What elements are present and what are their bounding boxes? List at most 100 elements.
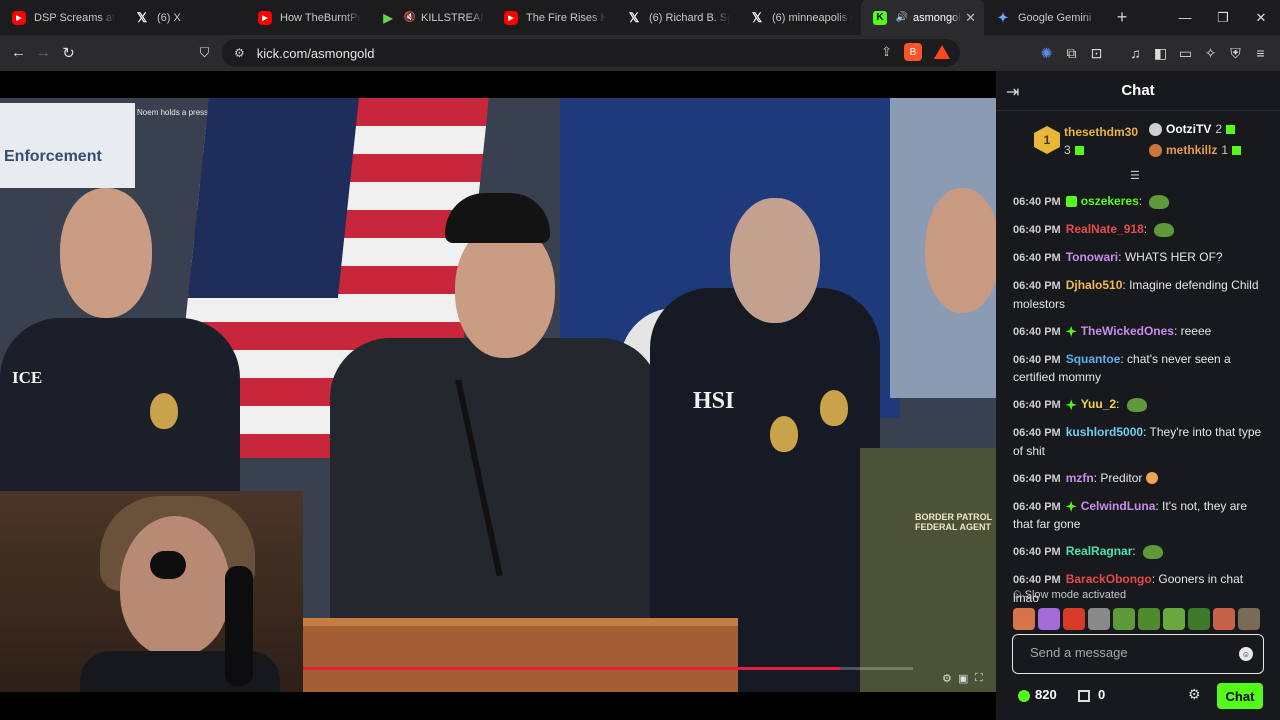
leader-1-count-value: 3: [1064, 143, 1071, 157]
tab-5[interactable]: ▶ The Fire Rises HO: [492, 0, 615, 35]
leader-2-name: OotziTV: [1166, 122, 1212, 136]
message-username[interactable]: RealRagnar: [1066, 544, 1133, 558]
message-username[interactable]: oszekeres: [1081, 194, 1139, 208]
tab-title: (6) minneapolis sh: [772, 11, 853, 24]
message-time: 06:40 PM: [1013, 399, 1061, 411]
slow-mode-text: Slow mode activated: [1024, 589, 1127, 601]
address-bar[interactable]: ⚙ kick.com/asmongold ⇪ B: [222, 39, 960, 67]
tab-8-active[interactable]: K 🔊 asmongold ✕: [861, 0, 984, 35]
streamer-microphone: [225, 566, 253, 686]
tab-6[interactable]: 𝕏 (6) Richard B. Spe: [615, 0, 738, 35]
store-count: 0: [1098, 687, 1106, 702]
message-time: 06:40 PM: [1013, 546, 1061, 558]
wallet-icon[interactable]: ▭: [1176, 41, 1195, 65]
gift-icon: [1232, 146, 1242, 156]
tab-1[interactable]: ▶ DSP Screams at H: [0, 0, 123, 35]
tab-4[interactable]: ▶ 🔇 KILLSTREAM: R: [369, 0, 492, 35]
brave-rewards-icon[interactable]: [934, 45, 950, 59]
stream-video[interactable]: Enforcement WATCH LIVE: DHS Secretary Kr…: [0, 98, 996, 692]
message-username[interactable]: Djhalo510: [1066, 278, 1123, 292]
emote-button[interactable]: [1238, 608, 1260, 630]
menu-icon[interactable]: ≡: [1251, 41, 1270, 65]
subscriber-badge-icon: [1065, 500, 1077, 512]
leader-3[interactable]: methkillz 1: [1166, 143, 1242, 157]
chat-input-box[interactable]: ☺: [1012, 634, 1264, 674]
back-button[interactable]: ←: [6, 40, 31, 65]
emote-button[interactable]: [1038, 608, 1060, 630]
message-username[interactable]: mzfn: [1066, 471, 1094, 485]
restore-icon[interactable]: ❐: [1204, 0, 1242, 35]
chat-message: 06:40 PM RealRagnar:: [1013, 543, 1269, 562]
leo-ai-icon[interactable]: ✧: [1201, 41, 1220, 65]
chat-header: ⇥ Chat: [996, 71, 1280, 111]
vpn-icon[interactable]: ⛨: [1226, 41, 1245, 65]
chat-message-input[interactable]: [1030, 645, 1230, 660]
emote-button[interactable]: [1213, 608, 1235, 630]
emote-button[interactable]: [1013, 608, 1035, 630]
message-username[interactable]: Tonowari: [1066, 250, 1118, 264]
message-username[interactable]: RealNate_918: [1066, 222, 1144, 236]
minimize-icon[interactable]: —: [1166, 0, 1204, 35]
rank-2-badge-icon: [1149, 123, 1162, 136]
tab-2[interactable]: 𝕏 (6) X: [123, 0, 246, 35]
close-tab-icon[interactable]: ✕: [965, 10, 976, 26]
forward-button[interactable]: →: [31, 40, 56, 65]
media-icon[interactable]: ♫: [1126, 41, 1145, 65]
x-icon: 𝕏: [751, 9, 763, 25]
chat-message: 06:40 PM RealNate_918:: [1013, 221, 1269, 240]
bookmark-icon[interactable]: ⛉: [192, 40, 217, 65]
collapse-chat-icon[interactable]: ⇥: [1006, 82, 1019, 102]
fullscreen-icon[interactable]: ⛶: [975, 672, 983, 685]
site-info-icon[interactable]: ⚙: [234, 46, 245, 60]
emote-button[interactable]: [1063, 608, 1085, 630]
youtube-icon: ▶: [258, 10, 272, 25]
emote-button[interactable]: [1188, 608, 1210, 630]
leader-1-name[interactable]: thesethdm30: [1064, 125, 1138, 139]
emote-button[interactable]: [1113, 608, 1135, 630]
subscriber-badge-icon: [1065, 325, 1077, 337]
screenshot-icon[interactable]: ⊡: [1087, 41, 1106, 65]
rank-1-badge-icon: 1: [1034, 126, 1060, 154]
message-time: 06:40 PM: [1013, 500, 1061, 513]
emote-button[interactable]: [1163, 608, 1185, 630]
extension-blue-icon[interactable]: ✺: [1037, 41, 1056, 65]
sidebar-icon[interactable]: ◧: [1151, 41, 1170, 65]
message-text: Preditor: [1100, 470, 1143, 485]
address-bar-actions: ⇪ B: [881, 43, 950, 61]
chat-settings-icon[interactable]: ⚙: [1188, 686, 1201, 703]
tab-9[interactable]: ✦ Google Gemini: [984, 0, 1107, 35]
pip-icon[interactable]: ▣: [958, 672, 968, 685]
message-username[interactable]: Squantoe: [1066, 352, 1121, 366]
reload-button[interactable]: ↻: [56, 40, 81, 65]
expand-pinned-icon[interactable]: ☰: [1130, 169, 1140, 182]
message-username[interactable]: TheWickedOnes: [1081, 324, 1174, 338]
message-username[interactable]: CelwindLuna: [1081, 499, 1156, 513]
message-username[interactable]: kushlord5000: [1066, 425, 1143, 439]
message-username[interactable]: Yuu_2: [1081, 397, 1116, 411]
tab-title: KILLSTREAM: R: [421, 11, 484, 24]
new-tab-button[interactable]: +: [1107, 7, 1137, 28]
leader-2[interactable]: OotziTV 2: [1166, 122, 1236, 136]
hsi-jacket-text: HSI: [693, 388, 735, 414]
tab-7[interactable]: 𝕏 (6) minneapolis sh: [738, 0, 861, 35]
channel-points[interactable]: 820: [1018, 687, 1057, 702]
url-text[interactable]: kick.com/asmongold: [257, 46, 375, 61]
emote-button[interactable]: [1138, 608, 1160, 630]
tab-3[interactable]: ▶ How TheBurntPea: [246, 0, 369, 35]
brave-shields-icon[interactable]: B: [904, 43, 922, 61]
message-time: 06:40 PM: [1013, 224, 1061, 236]
store-button[interactable]: 0: [1078, 687, 1105, 702]
extensions-puzzle-icon[interactable]: ⧉: [1062, 41, 1081, 65]
emoji-picker-icon[interactable]: ☺: [1239, 647, 1253, 661]
video-progress-bar[interactable]: [303, 667, 913, 670]
message-username[interactable]: BarackObongo: [1066, 572, 1152, 586]
settings-icon[interactable]: ⚙: [942, 672, 952, 685]
send-chat-button[interactable]: Chat: [1217, 683, 1263, 709]
close-window-icon[interactable]: ✕: [1242, 0, 1280, 35]
message-time: 06:40 PM: [1013, 280, 1061, 292]
emote-button[interactable]: [1088, 608, 1110, 630]
share-icon[interactable]: ⇪: [881, 44, 892, 60]
tab-title: DSP Screams at H: [34, 11, 115, 24]
gift-icon: [1074, 146, 1084, 156]
subscriber-badge-icon: [1065, 399, 1077, 411]
